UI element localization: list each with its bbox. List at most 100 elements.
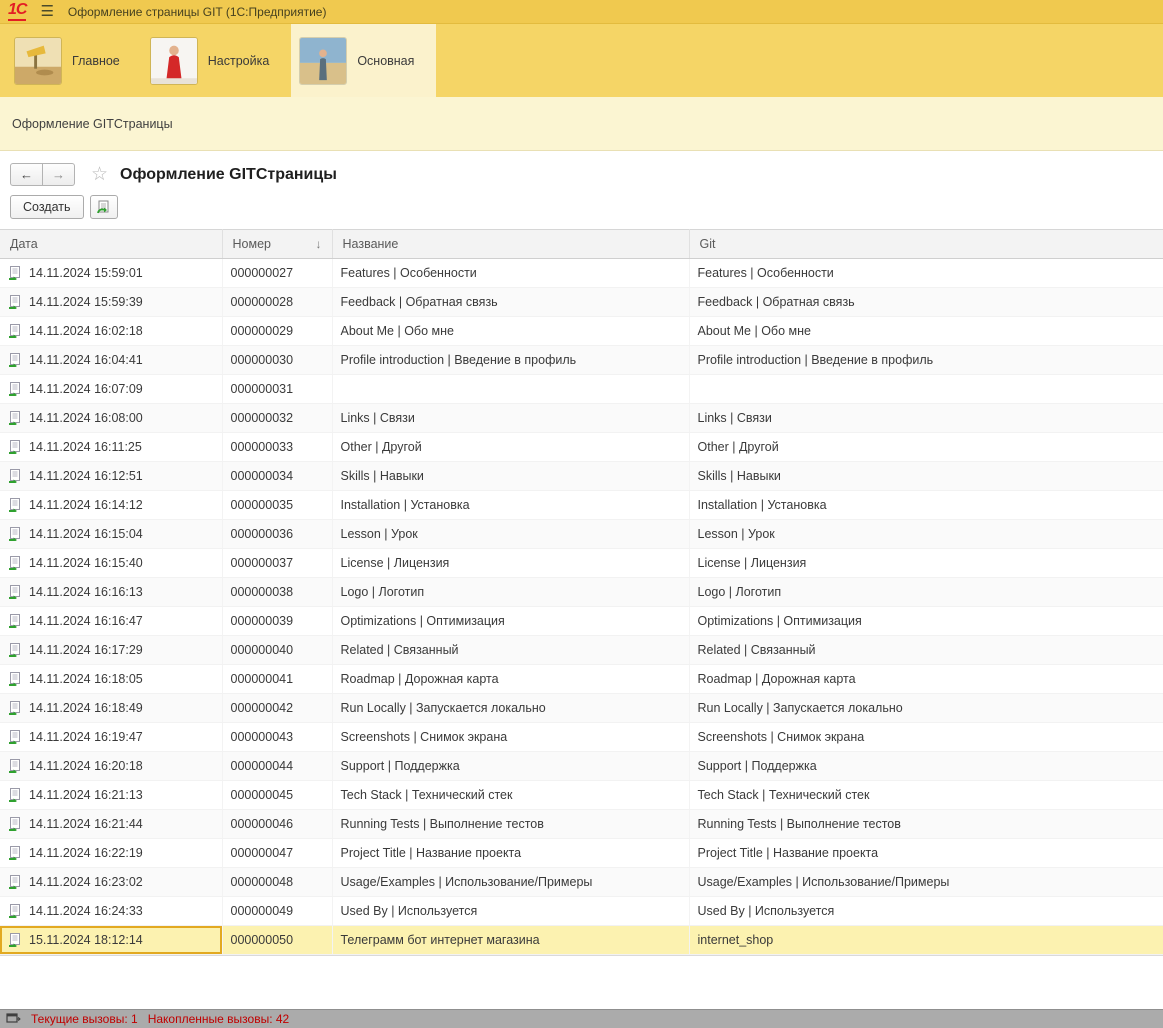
cell-date[interactable]: 14.11.2024 16:15:40 (0, 549, 222, 578)
table-row[interactable]: 14.11.2024 16:18:49 000000042 Run Locall… (0, 694, 1163, 723)
cell-date[interactable]: 14.11.2024 16:18:49 (0, 694, 222, 723)
create-button[interactable]: Создать (10, 195, 84, 219)
cell-number[interactable]: 000000033 (222, 433, 332, 462)
cell-number[interactable]: 000000043 (222, 723, 332, 752)
forward-button[interactable]: → (42, 163, 75, 186)
cell-number[interactable]: 000000046 (222, 810, 332, 839)
cell-number[interactable]: 000000028 (222, 288, 332, 317)
cell-date[interactable]: 14.11.2024 16:17:29 (0, 636, 222, 665)
cell-number[interactable]: 000000047 (222, 839, 332, 868)
cell-number[interactable]: 000000029 (222, 317, 332, 346)
cell-git[interactable] (689, 375, 1163, 404)
cell-git[interactable]: Used By | Используется (689, 897, 1163, 926)
cell-number[interactable]: 000000041 (222, 665, 332, 694)
column-header-git[interactable]: Git (689, 230, 1163, 259)
column-header-number[interactable]: Номер ↓ (222, 230, 332, 259)
table-row[interactable]: 14.11.2024 16:14:12 000000035 Installati… (0, 491, 1163, 520)
cell-date[interactable]: 14.11.2024 16:19:47 (0, 723, 222, 752)
cell-name[interactable]: Links | Связи (332, 404, 689, 433)
cell-number[interactable]: 000000042 (222, 694, 332, 723)
cell-name[interactable]: Tech Stack | Технический стек (332, 781, 689, 810)
cell-number[interactable]: 000000050 (222, 926, 332, 955)
table-row[interactable]: 14.11.2024 16:19:47 000000043 Screenshot… (0, 723, 1163, 752)
cell-name[interactable]: Support | Поддержка (332, 752, 689, 781)
cell-date[interactable]: 14.11.2024 16:07:09 (0, 375, 222, 404)
cell-git[interactable]: Links | Связи (689, 404, 1163, 433)
cell-date[interactable]: 14.11.2024 16:24:33 (0, 897, 222, 926)
cell-git[interactable]: Run Locally | Запускается локально (689, 694, 1163, 723)
cell-date[interactable]: 14.11.2024 16:04:41 (0, 346, 222, 375)
tab-osnovnaya[interactable]: Основная (291, 24, 436, 97)
cell-git[interactable]: Lesson | Урок (689, 520, 1163, 549)
cell-name[interactable]: Feedback | Обратная связь (332, 288, 689, 317)
table-row[interactable]: 14.11.2024 16:21:44 000000046 Running Te… (0, 810, 1163, 839)
table-row[interactable]: 14.11.2024 16:16:13 000000038 Logo | Лог… (0, 578, 1163, 607)
cell-git[interactable]: internet_shop (689, 926, 1163, 955)
cell-git[interactable]: Screenshots | Снимок экрана (689, 723, 1163, 752)
cell-git[interactable]: Feedback | Обратная связь (689, 288, 1163, 317)
cell-date[interactable]: 14.11.2024 15:59:39 (0, 288, 222, 317)
breadcrumb[interactable]: Оформление GITСтраницы (12, 117, 173, 131)
table-row[interactable]: 14.11.2024 16:04:41 000000030 Profile in… (0, 346, 1163, 375)
column-header-date[interactable]: Дата (0, 230, 222, 259)
table-row[interactable]: 14.11.2024 16:24:33 000000049 Used By | … (0, 897, 1163, 926)
cell-git[interactable]: Usage/Examples | Использование/Примеры (689, 868, 1163, 897)
cell-number[interactable]: 000000030 (222, 346, 332, 375)
cell-name[interactable]: Logo | Логотип (332, 578, 689, 607)
cell-date[interactable]: 14.11.2024 16:12:51 (0, 462, 222, 491)
cell-date[interactable]: 15.11.2024 18:12:14 (0, 926, 222, 955)
table-row[interactable]: 14.11.2024 16:02:18 000000029 About Me |… (0, 317, 1163, 346)
cell-date[interactable]: 14.11.2024 16:23:02 (0, 868, 222, 897)
table-row[interactable]: 14.11.2024 15:59:01 000000027 Features |… (0, 259, 1163, 288)
cell-git[interactable]: Optimizations | Оптимизация (689, 607, 1163, 636)
cell-git[interactable]: Roadmap | Дорожная карта (689, 665, 1163, 694)
cell-name[interactable]: Run Locally | Запускается локально (332, 694, 689, 723)
table-row[interactable]: 14.11.2024 16:18:05 000000041 Roadmap | … (0, 665, 1163, 694)
cell-name[interactable]: Profile introduction | Введение в профил… (332, 346, 689, 375)
cell-number[interactable]: 000000048 (222, 868, 332, 897)
cell-date[interactable]: 14.11.2024 16:11:25 (0, 433, 222, 462)
cell-date[interactable]: 14.11.2024 16:08:00 (0, 404, 222, 433)
cell-git[interactable]: Installation | Установка (689, 491, 1163, 520)
table-row[interactable]: 14.11.2024 16:15:04 000000036 Lesson | У… (0, 520, 1163, 549)
cell-number[interactable]: 000000034 (222, 462, 332, 491)
cell-git[interactable]: About Me | Обо мне (689, 317, 1163, 346)
main-menu-icon[interactable]: ☰ (40, 4, 53, 19)
cell-git[interactable]: Related | Связанный (689, 636, 1163, 665)
cell-number[interactable]: 000000037 (222, 549, 332, 578)
cell-number[interactable]: 000000044 (222, 752, 332, 781)
cell-number[interactable]: 000000027 (222, 259, 332, 288)
cell-date[interactable]: 14.11.2024 15:59:01 (0, 259, 222, 288)
cell-date[interactable]: 14.11.2024 16:21:44 (0, 810, 222, 839)
cell-git[interactable]: Tech Stack | Технический стек (689, 781, 1163, 810)
cell-number[interactable]: 000000049 (222, 897, 332, 926)
table-row[interactable]: 14.11.2024 16:20:18 000000044 Support | … (0, 752, 1163, 781)
cell-name[interactable]: License | Лицензия (332, 549, 689, 578)
cell-git[interactable]: Support | Поддержка (689, 752, 1163, 781)
table-row[interactable]: 14.11.2024 16:17:29 000000040 Related | … (0, 636, 1163, 665)
table-row[interactable]: 15.11.2024 18:12:14 000000050 Телеграмм … (0, 926, 1163, 955)
cell-name[interactable]: Телеграмм бот интернет магазина (332, 926, 689, 955)
cell-git[interactable]: Features | Особенности (689, 259, 1163, 288)
cell-git[interactable]: Logo | Логотип (689, 578, 1163, 607)
create-by-copy-button[interactable] (90, 195, 118, 219)
cell-name[interactable]: Running Tests | Выполнение тестов (332, 810, 689, 839)
cell-date[interactable]: 14.11.2024 16:22:19 (0, 839, 222, 868)
cell-date[interactable]: 14.11.2024 16:18:05 (0, 665, 222, 694)
table-row[interactable]: 14.11.2024 16:23:02 000000048 Usage/Exam… (0, 868, 1163, 897)
cell-name[interactable]: Installation | Установка (332, 491, 689, 520)
cell-name[interactable]: Other | Другой (332, 433, 689, 462)
cell-date[interactable]: 14.11.2024 16:20:18 (0, 752, 222, 781)
cell-date[interactable]: 14.11.2024 16:14:12 (0, 491, 222, 520)
cell-name[interactable]: Usage/Examples | Использование/Примеры (332, 868, 689, 897)
back-button[interactable]: ← (10, 163, 43, 186)
table-row[interactable]: 14.11.2024 16:12:51 000000034 Skills | Н… (0, 462, 1163, 491)
cell-name[interactable]: Screenshots | Снимок экрана (332, 723, 689, 752)
cell-number[interactable]: 000000040 (222, 636, 332, 665)
cell-name[interactable]: Skills | Навыки (332, 462, 689, 491)
cell-number[interactable]: 000000036 (222, 520, 332, 549)
tab-nastroyka[interactable]: Настройка (142, 24, 292, 97)
cell-name[interactable]: Optimizations | Оптимизация (332, 607, 689, 636)
table-row[interactable]: 14.11.2024 16:07:09 000000031 (0, 375, 1163, 404)
cell-git[interactable]: Project Title | Название проекта (689, 839, 1163, 868)
